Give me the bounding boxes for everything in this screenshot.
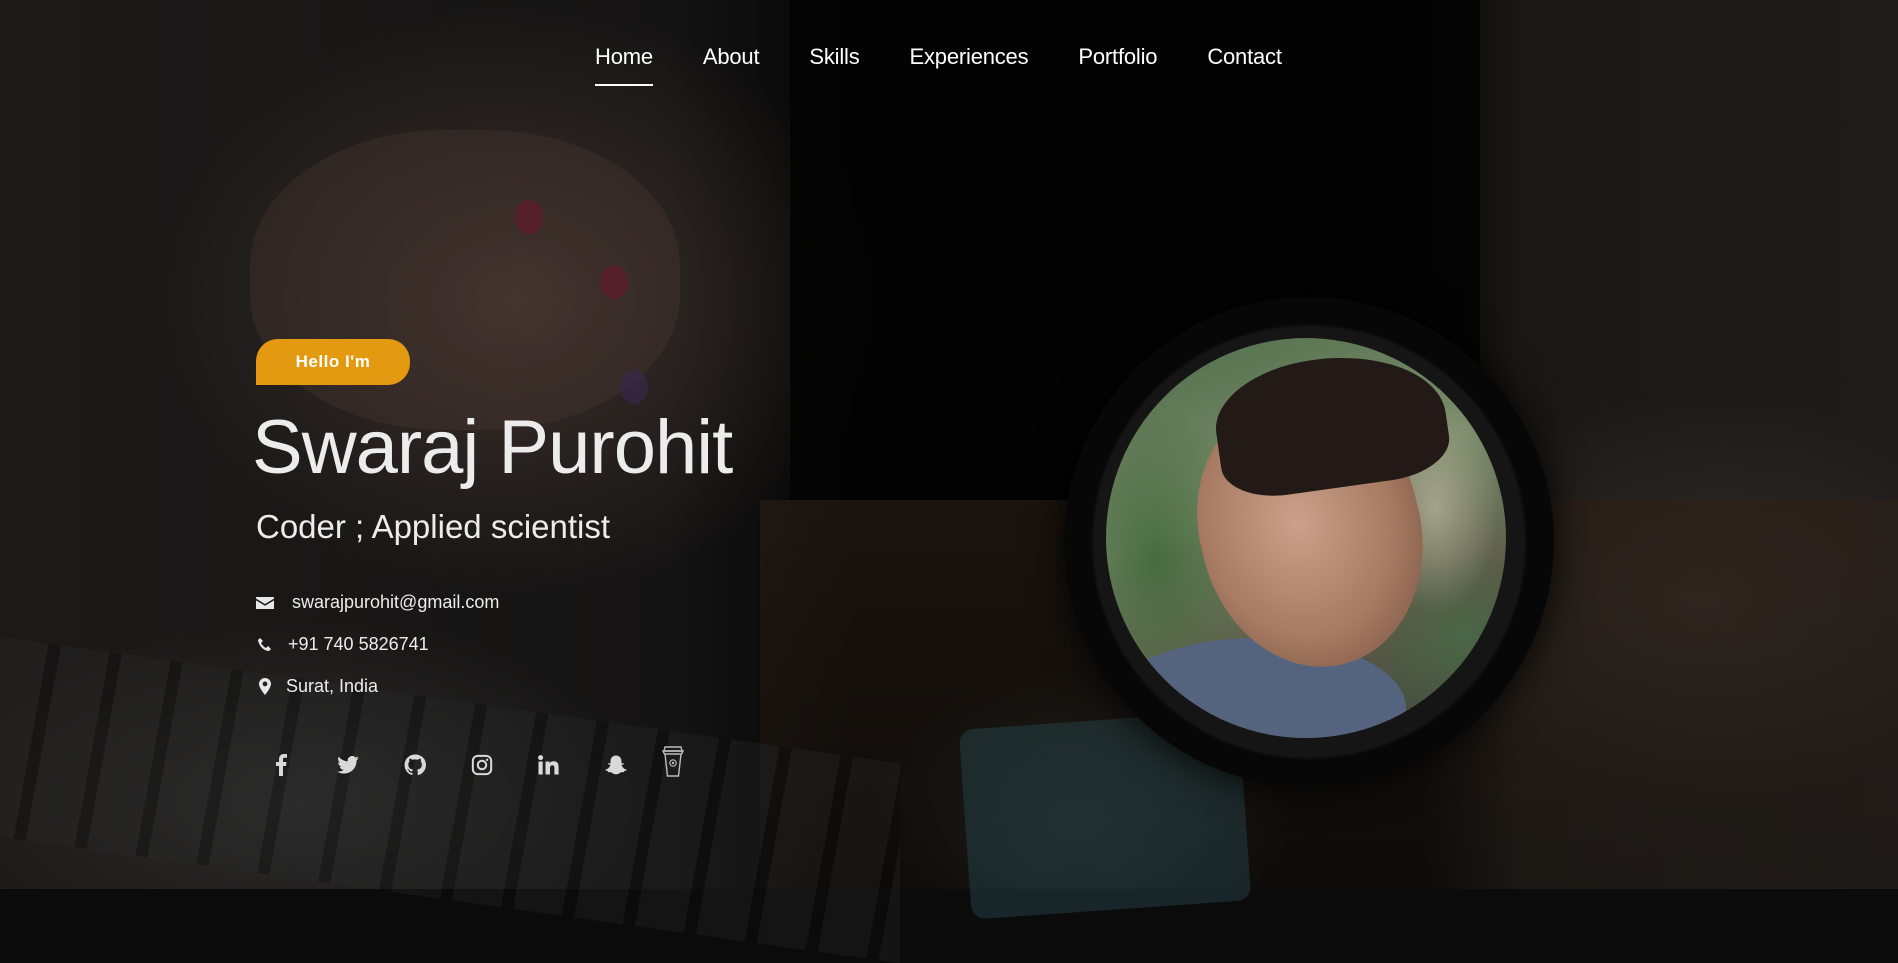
- nav-skills[interactable]: Skills: [809, 44, 859, 86]
- social-links: [268, 746, 686, 778]
- nav-home[interactable]: Home: [595, 44, 653, 86]
- hero-name: Swaraj Purohit: [252, 405, 733, 490]
- twitter-icon[interactable]: [335, 753, 360, 778]
- contact-phone: +91 740 5826741: [256, 634, 429, 655]
- facebook-icon[interactable]: [268, 753, 293, 778]
- nav-experiences[interactable]: Experiences: [910, 44, 1029, 86]
- nav-portfolio[interactable]: Portfolio: [1078, 44, 1157, 86]
- contact-location: Surat, India: [256, 676, 378, 697]
- instagram-icon[interactable]: [469, 753, 494, 778]
- background-detail: [600, 265, 628, 299]
- buy-me-a-coffee-icon[interactable]: [660, 744, 686, 778]
- background-detail: [620, 370, 648, 404]
- contact-email: swarajpurohit@gmail.com: [256, 592, 499, 613]
- linkedin-icon[interactable]: [536, 753, 561, 778]
- main-nav: Home About Skills Experiences Portfolio …: [595, 44, 1282, 86]
- github-icon[interactable]: [402, 753, 427, 778]
- profile-photo: [1106, 338, 1506, 738]
- contact-phone-text[interactable]: +91 740 5826741: [288, 634, 429, 655]
- nav-contact[interactable]: Contact: [1207, 44, 1282, 86]
- contact-email-text[interactable]: swarajpurohit@gmail.com: [292, 592, 499, 613]
- map-marker-icon: [256, 678, 274, 696]
- envelope-icon: [256, 594, 274, 612]
- contact-location-text: Surat, India: [286, 676, 379, 696]
- phone-icon: [256, 636, 274, 654]
- snapchat-icon[interactable]: [603, 753, 628, 778]
- background-detail: [515, 200, 543, 234]
- greeting-badge: Hello I'm: [256, 339, 410, 385]
- nav-about[interactable]: About: [703, 44, 760, 86]
- hero-title: Coder ; Applied scientist: [256, 508, 611, 545]
